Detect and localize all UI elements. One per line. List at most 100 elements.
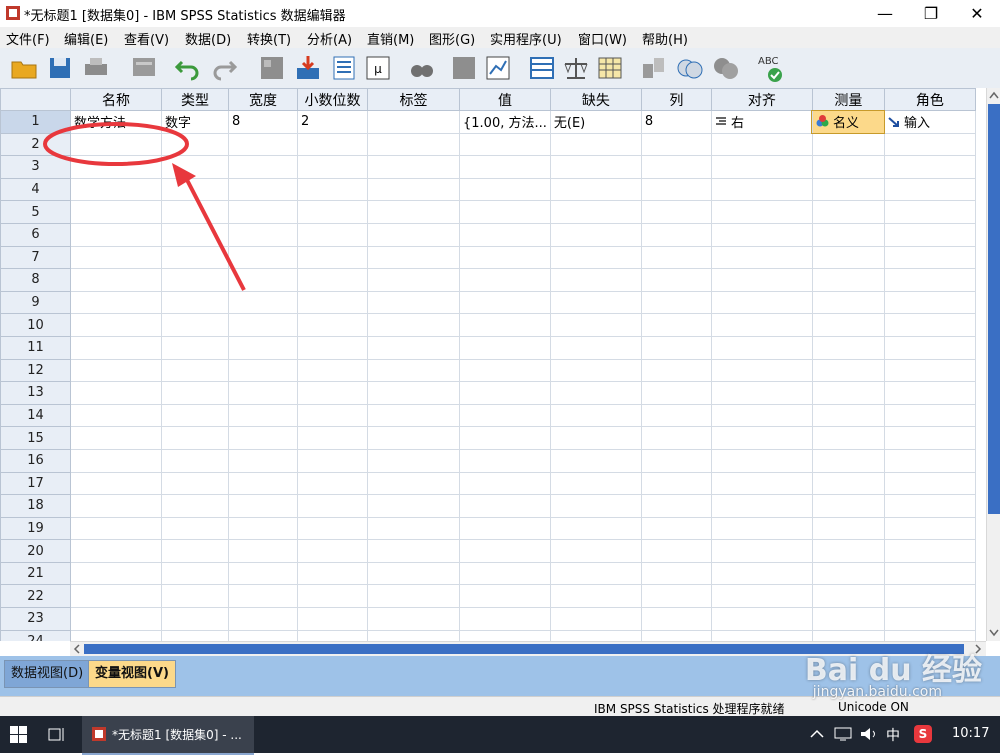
clock[interactable]: 10:17 bbox=[952, 726, 989, 741]
row-header[interactable]: 21 bbox=[0, 561, 71, 586]
use-variable-sets-icon[interactable] bbox=[676, 54, 704, 82]
row-header[interactable]: 18 bbox=[0, 494, 71, 518]
scroll-left-icon[interactable] bbox=[73, 644, 81, 654]
cell-name[interactable]: 数学方法 bbox=[70, 110, 162, 134]
row-header[interactable]: 17 bbox=[0, 471, 71, 496]
menu-file[interactable]: 文件(F) bbox=[6, 29, 50, 48]
column-header-type[interactable]: 类型 bbox=[161, 88, 229, 111]
menu-window[interactable]: 窗口(W) bbox=[578, 29, 627, 48]
column-header-values[interactable]: 值 bbox=[459, 88, 551, 111]
taskbar-spss-app[interactable]: *无标题1 [数据集0] - ... bbox=[82, 716, 254, 755]
row-header[interactable]: 11 bbox=[0, 335, 71, 360]
row-header[interactable]: 10 bbox=[0, 313, 71, 337]
menu-analyze[interactable]: 分析(A) bbox=[307, 29, 352, 48]
tab-data-view[interactable]: 数据视图(D) bbox=[4, 660, 91, 688]
menu-utilities[interactable]: 实用程序(U) bbox=[490, 29, 562, 48]
volume-icon[interactable] bbox=[860, 727, 878, 741]
column-header-missing[interactable]: 缺失 bbox=[549, 88, 642, 111]
menu-help[interactable]: 帮助(H) bbox=[642, 29, 688, 48]
task-view-icon[interactable] bbox=[48, 726, 66, 743]
run-descriptives-icon[interactable]: μ bbox=[364, 54, 392, 82]
row-header[interactable]: 14 bbox=[0, 403, 71, 428]
column-header-columns[interactable]: 列 bbox=[640, 88, 712, 111]
column-header-name[interactable]: 名称 bbox=[70, 88, 162, 111]
cell-align[interactable]: 右 bbox=[710, 110, 813, 134]
row-header[interactable]: 6 bbox=[0, 222, 71, 247]
vertical-scrollbar[interactable] bbox=[986, 88, 1000, 641]
chevron-up-icon[interactable] bbox=[810, 728, 824, 740]
scroll-up-icon[interactable] bbox=[989, 91, 999, 99]
table-row: 6 bbox=[0, 222, 976, 247]
goto-variable-icon[interactable] bbox=[294, 54, 322, 82]
menu-direct-marketing[interactable]: 直销(M) bbox=[367, 29, 414, 48]
maximize-button[interactable]: ❐ bbox=[908, 0, 954, 27]
weight-cases-icon[interactable] bbox=[596, 54, 624, 82]
dialog-recall-icon[interactable] bbox=[130, 54, 158, 82]
column-header-align[interactable]: 对齐 bbox=[710, 88, 813, 111]
row-header[interactable]: 15 bbox=[0, 426, 71, 450]
variables-icon[interactable] bbox=[330, 54, 358, 82]
cell-missing[interactable]: 无(E) bbox=[549, 110, 642, 134]
cell-values[interactable]: {1.00, 方法... bbox=[459, 110, 551, 134]
cell-decimals[interactable]: 2 bbox=[297, 110, 368, 134]
menu-data[interactable]: 数据(D) bbox=[185, 29, 231, 48]
cell-measure[interactable]: 名义 bbox=[811, 109, 886, 135]
cell-columns[interactable]: 8 bbox=[640, 110, 712, 134]
spell-check-icon[interactable]: ABC bbox=[756, 54, 784, 82]
row-header[interactable]: 7 bbox=[0, 245, 71, 270]
windows-start-icon[interactable] bbox=[10, 726, 27, 743]
column-header-label[interactable]: 标签 bbox=[367, 88, 460, 111]
menu-edit[interactable]: 编辑(E) bbox=[64, 29, 108, 48]
close-button[interactable]: ✕ bbox=[954, 0, 1000, 27]
menu-transform[interactable]: 转换(T) bbox=[247, 29, 291, 48]
ime-indicator[interactable]: 中 bbox=[886, 725, 900, 745]
goto-case-icon[interactable] bbox=[258, 54, 286, 82]
select-cases-icon[interactable] bbox=[562, 54, 590, 82]
vertical-scroll-thumb[interactable] bbox=[988, 104, 1000, 514]
row-header[interactable]: 9 bbox=[0, 290, 71, 315]
row-header[interactable]: 13 bbox=[0, 381, 71, 405]
column-header-decimals[interactable]: 小数位数 bbox=[297, 88, 368, 111]
split-file-icon[interactable] bbox=[528, 54, 556, 82]
scroll-down-icon[interactable] bbox=[989, 629, 999, 637]
find-icon[interactable] bbox=[408, 54, 436, 82]
empty-cell[interactable] bbox=[70, 132, 162, 157]
sogou-input-icon[interactable]: S bbox=[914, 725, 932, 743]
show-all-variables-icon[interactable] bbox=[712, 54, 740, 82]
menu-graphs[interactable]: 图形(G) bbox=[429, 29, 475, 48]
print-icon[interactable] bbox=[82, 54, 110, 82]
row-header[interactable]: 3 bbox=[0, 155, 71, 179]
row-header[interactable]: 5 bbox=[0, 200, 71, 224]
row-header[interactable]: 12 bbox=[0, 358, 71, 383]
row-header[interactable]: 1 bbox=[0, 110, 71, 134]
row-header[interactable]: 24 bbox=[0, 629, 71, 641]
open-icon[interactable] bbox=[10, 54, 38, 82]
network-icon[interactable] bbox=[834, 727, 852, 741]
row-header[interactable]: 23 bbox=[0, 607, 71, 631]
column-header-width[interactable]: 宽度 bbox=[228, 88, 298, 111]
row-header[interactable]: 16 bbox=[0, 448, 71, 473]
row-header[interactable]: 4 bbox=[0, 177, 71, 202]
minimize-button[interactable]: — bbox=[862, 0, 908, 27]
cell-type[interactable]: 数字 bbox=[161, 110, 229, 134]
column-header-role[interactable]: 角色 bbox=[883, 88, 976, 111]
row-header[interactable]: 20 bbox=[0, 539, 71, 563]
row-header[interactable]: 8 bbox=[0, 268, 71, 292]
row-header[interactable]: 19 bbox=[0, 516, 71, 541]
undo-icon[interactable] bbox=[174, 54, 202, 82]
menu-view[interactable]: 查看(V) bbox=[124, 29, 169, 48]
insert-cases-icon[interactable] bbox=[450, 54, 478, 82]
save-icon[interactable] bbox=[46, 54, 74, 82]
redo-icon[interactable] bbox=[210, 54, 238, 82]
row-header[interactable]: 22 bbox=[0, 584, 71, 609]
corner-cell[interactable] bbox=[0, 88, 71, 111]
tab-variable-view[interactable]: 变量视图(V) bbox=[88, 660, 176, 688]
value-labels-icon[interactable] bbox=[640, 54, 668, 82]
cell-width[interactable]: 8 bbox=[228, 110, 298, 134]
cell-role[interactable]: 输入 bbox=[883, 110, 976, 134]
insert-variable-icon[interactable] bbox=[484, 54, 512, 82]
title-bar: *无标题1 [数据集0] - IBM SPSS Statistics 数据编辑器… bbox=[0, 0, 1000, 27]
column-header-measure[interactable]: 测量 bbox=[811, 88, 885, 111]
cell-label[interactable] bbox=[367, 110, 460, 134]
row-header[interactable]: 2 bbox=[0, 132, 71, 157]
